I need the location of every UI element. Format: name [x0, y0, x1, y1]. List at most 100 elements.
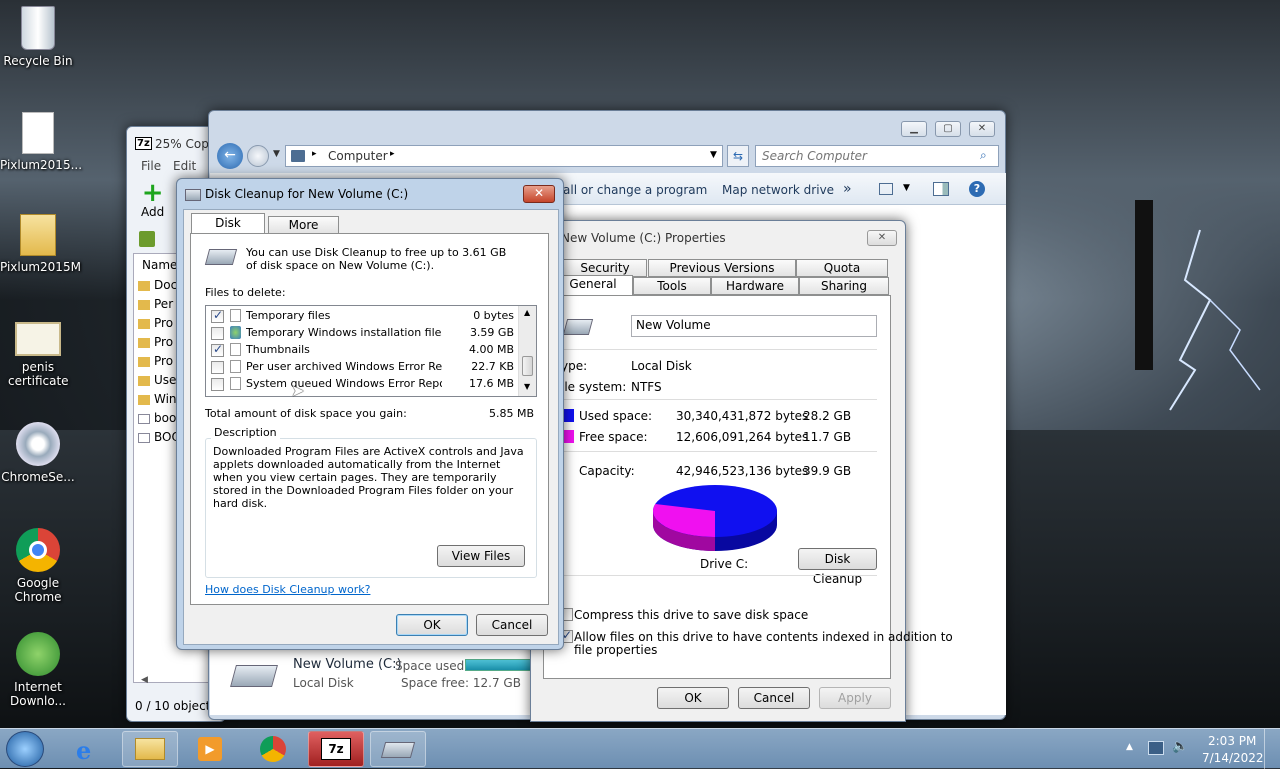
properties-apply-button[interactable]: Apply	[819, 687, 891, 709]
list-item[interactable]: Pro	[138, 335, 173, 349]
maximize-button[interactable]: ▢	[935, 121, 961, 137]
search-box[interactable]: ⌕	[755, 145, 999, 167]
list-item[interactable]: Per	[138, 297, 173, 311]
volume-name-field[interactable]: New Volume	[631, 315, 877, 337]
files-to-delete-list[interactable]: Temporary files 0 bytes Temporary Windows …	[205, 305, 537, 397]
properties-ok-button[interactable]: OK	[657, 687, 729, 709]
address-dropdown-icon[interactable]: ▼	[710, 150, 717, 160]
recent-pages-chevron-icon[interactable]: ▼	[273, 149, 280, 159]
tab-quota[interactable]: Quota	[796, 259, 888, 277]
list-item[interactable]: Pro	[138, 354, 173, 368]
file-checkbox[interactable]	[211, 342, 224, 357]
properties-cancel-button[interactable]: Cancel	[738, 687, 810, 709]
scroll-thumb[interactable]	[522, 356, 533, 376]
files-to-delete-label: Files to delete:	[205, 286, 286, 299]
search-icon[interactable]: ⌕	[980, 148, 987, 163]
desktop-icon-internet-download[interactable]: Internet Downlo...	[0, 632, 76, 708]
list-item[interactable]: Pro	[138, 316, 173, 330]
tab-tools[interactable]: Tools	[633, 277, 711, 295]
column-name-header[interactable]: Name	[142, 258, 177, 272]
desktop-icon-recycle-bin[interactable]: Recycle Bin	[0, 6, 76, 68]
drive-tile[interactable]: New Volume (C:) Local Disk Space used: S…	[227, 651, 531, 697]
tab-hardware[interactable]: Hardware	[711, 277, 799, 295]
uninstall-program-button[interactable]: all or change a program	[563, 183, 707, 197]
view-files-button[interactable]: View Files	[437, 545, 525, 567]
breadcrumb-chevron-icon[interactable]: ▸	[390, 149, 395, 159]
breadcrumb-computer[interactable]: Computer	[328, 149, 388, 163]
close-button[interactable]: ✕	[969, 121, 995, 137]
wallpaper-chimney	[1135, 200, 1153, 370]
list-item[interactable]: Temporary Windows installation files 3.59…	[206, 325, 516, 342]
list-item[interactable]: Per user archived Windows Error Repo... 2…	[206, 359, 516, 376]
address-bar[interactable]: ▸ Computer ▸ ▼	[285, 145, 723, 167]
disk-cleanup-close-button[interactable]: ✕	[523, 185, 555, 203]
desktop-icon-certificate[interactable]: penis certificate	[0, 322, 76, 388]
volume-muted-icon[interactable]: 🔈	[1172, 739, 1188, 754]
index-label-line2[interactable]: file properties	[574, 643, 657, 657]
map-network-drive-button[interactable]: Map network drive	[722, 183, 834, 197]
compress-label[interactable]: Compress this drive to save disk space	[574, 608, 808, 622]
help-icon[interactable]: ?	[969, 181, 985, 197]
forward-button[interactable]	[247, 145, 269, 167]
tab-general[interactable]: General	[553, 275, 633, 295]
tab-more-options[interactable]: More Options	[268, 216, 339, 248]
folder-icon	[138, 318, 150, 329]
preview-pane-icon[interactable]	[933, 182, 949, 196]
list-item[interactable]: boo	[138, 411, 176, 425]
list-item[interactable]: Use	[138, 373, 176, 387]
tab-sharing[interactable]: Sharing	[799, 277, 889, 295]
view-dropdown-icon[interactable]: ▼	[903, 183, 910, 193]
disk-cleanup-dialog[interactable]: Disk Cleanup for New Volume (C:) ✕ Disk …	[176, 178, 564, 650]
file-checkbox[interactable]	[211, 327, 224, 340]
tab-previous-versions[interactable]: Previous Versions	[648, 259, 796, 277]
cleanup-cancel-button[interactable]: Cancel	[476, 614, 548, 636]
clock-date[interactable]: 7/14/2022	[1202, 751, 1264, 765]
taskbar-media-player[interactable]: ▶	[184, 731, 240, 767]
list-item[interactable]: Temporary files 0 bytes	[206, 308, 516, 325]
list-item[interactable]: Doc	[138, 278, 177, 292]
desktop-icon-chromesetup[interactable]: ChromeSe...	[0, 422, 76, 484]
scroll-up-arrow-icon[interactable]: ▲	[524, 308, 530, 317]
back-button[interactable]: ←	[217, 143, 243, 169]
help-link[interactable]: How does Disk Cleanup work?	[205, 583, 370, 596]
show-desktop-button[interactable]	[1264, 729, 1280, 769]
search-input[interactable]	[762, 147, 972, 165]
taskbar-explorer[interactable]	[122, 731, 178, 767]
taskbar-disk-cleanup[interactable]	[370, 731, 426, 767]
minimize-button[interactable]: ▁	[901, 121, 927, 137]
clock-time[interactable]: 2:03 PM	[1208, 734, 1256, 748]
desktop-icon-pixlum-folder[interactable]: Pixlum2015M	[0, 214, 81, 274]
properties-dialog[interactable]: New Volume (C:) Properties ✕ Security Pre…	[530, 220, 953, 722]
view-options-icon[interactable]	[879, 183, 893, 195]
taskbar-internet-explorer[interactable]: e	[62, 731, 118, 767]
menu-file[interactable]: File	[141, 159, 161, 173]
tab-disk-cleanup[interactable]: Disk Cleanup	[191, 213, 265, 249]
more-commands-button[interactable]: »	[843, 181, 852, 197]
taskbar-7zip[interactable]: 7z	[308, 731, 364, 767]
list-item[interactable]: Thumbnails 4.00 MB	[206, 342, 516, 359]
file-checkbox[interactable]	[211, 361, 224, 374]
add-button[interactable]: + Add	[141, 180, 164, 219]
show-hidden-icons-icon[interactable]: ▲	[1126, 742, 1133, 752]
folder-icon	[138, 337, 150, 348]
properties-close-button[interactable]: ✕	[867, 230, 897, 246]
file-checkbox[interactable]	[211, 378, 224, 391]
start-button[interactable]	[6, 731, 44, 767]
list-item[interactable]: BOO	[138, 430, 181, 444]
file-checkbox[interactable]	[211, 308, 224, 323]
desktop-icon-google-chrome[interactable]: Google Chrome	[0, 528, 76, 604]
taskbar-chrome[interactable]	[246, 731, 302, 767]
up-folder-icon[interactable]	[139, 231, 155, 247]
refresh-icon[interactable]: ⇆	[727, 145, 749, 167]
menu-edit[interactable]: Edit	[173, 159, 196, 173]
list-scrollbar[interactable]: ▲ ▼	[518, 306, 536, 396]
disk-cleanup-button[interactable]: Disk Cleanup	[798, 548, 877, 586]
cleanup-ok-button[interactable]: OK	[396, 614, 468, 636]
list-item[interactable]: System queued Windows Error Reporti... 17…	[206, 376, 516, 393]
index-label-line1[interactable]: Allow files on this drive to have conten…	[574, 630, 953, 644]
scroll-left-arrow[interactable]: ◀	[141, 675, 148, 685]
scroll-down-arrow-icon[interactable]: ▼	[524, 382, 530, 391]
desktop-icon-pixlum-file[interactable]: Pixlum2015...	[0, 112, 82, 172]
network-icon[interactable]	[1148, 741, 1164, 755]
list-item[interactable]: Win	[138, 392, 177, 406]
